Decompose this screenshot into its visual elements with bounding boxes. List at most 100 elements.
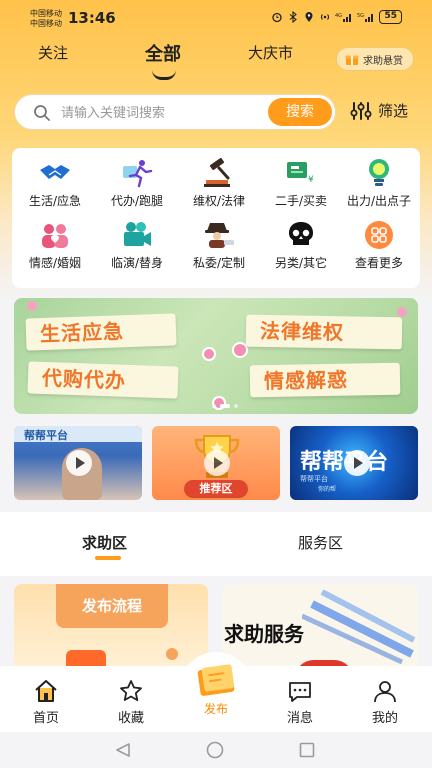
category-label: 私委/定制 [192,256,246,270]
carrier-2: 中国移动 [30,19,62,28]
category-grid: 生活/应急 代办/跑腿 维权/法律 ¥ 二手/买卖 出力/出点子 情感/婚姻 临… [12,148,420,288]
category-secondhand[interactable]: ¥ 二手/买卖 [260,158,342,218]
svg-text:4G: 4G [335,13,342,19]
banner-card-purchase: 代购代办 [27,361,179,399]
signal-5g-icon: 5G [357,13,374,22]
category-label: 生活/应急 [28,194,82,208]
search-input[interactable] [61,103,261,123]
grid-more-icon [365,221,393,249]
filter-label: 筛选 [378,102,409,120]
runner-icon [123,160,153,188]
category-label: 临演/替身 [110,256,164,270]
play-icon [66,450,92,476]
category-label: 出力/出点子 [346,194,412,208]
help-service-title: 求助服务 [224,622,304,646]
brush-decoration [302,589,416,664]
signal-4g-icon: 4G [335,13,352,22]
category-acting[interactable]: 临演/替身 [96,220,178,280]
banner-decoration [27,301,407,410]
tab-service-zone[interactable]: 服务区 [298,532,343,553]
filter-icon [350,101,372,120]
video-thumb-label: 帮帮平台 [24,429,68,442]
section-tab-indicator [95,556,121,560]
message-icon [289,682,311,702]
help-reward-label: 求助悬赏 [363,55,403,67]
home-icon [35,680,57,702]
hotspot-icon [321,14,330,20]
video-camera-icon [124,222,151,246]
banner-card-emotion: 情感解惑 [249,362,401,398]
nav-label: 收藏 [117,711,144,726]
lightbulb-icon [369,159,389,186]
video-thumb-1[interactable]: 帮帮平台 [14,426,142,500]
status-bar: 中国移动 中国移动 13:46 4G 5G 55 [0,0,432,36]
tab-city[interactable]: 大庆市 [248,42,293,63]
nav-favorites[interactable]: 收藏 [96,666,166,732]
system-navigation-bar [0,732,432,768]
banner-dot-active [220,404,230,408]
video-thumb-3[interactable]: 帮帮平台 帮帮平台 你的帮 [290,426,418,500]
category-relationship[interactable]: 情感/婚姻 [14,220,96,280]
step-dot [166,648,178,660]
detective-icon [205,223,234,248]
nav-profile[interactable]: 我的 [350,666,420,732]
video-thumb-sublabel-2: 你的帮 [318,486,337,493]
category-more[interactable]: 查看更多 [338,220,420,280]
nav-label: 发布 [203,702,228,716]
carrier-1: 中国移动 [30,9,62,18]
video-thumb-2[interactable]: 推荐区 [152,426,280,500]
handshake-icon [40,165,70,179]
banner-dot [234,404,238,408]
tab-all[interactable]: 全部 [145,40,181,66]
category-ideas[interactable]: 出力/出点子 [338,158,420,218]
category-label: 查看更多 [354,256,403,270]
category-private[interactable]: 私委/定制 [178,220,260,280]
tab-follow[interactable]: 关注 [38,42,68,63]
gavel-icon [204,158,230,187]
svg-text:¥: ¥ [308,175,314,185]
status-icons: 4G 5G 55 [271,10,402,24]
star-icon [120,680,142,701]
nav-messages[interactable]: 消息 [265,666,335,732]
category-label: 情感/婚姻 [28,256,82,270]
section-tabs: 求助区 服务区 [0,512,432,576]
filter-button[interactable]: 筛选 [350,100,408,121]
svg-text:5G: 5G [357,13,364,19]
search-bar: 搜索 [14,94,336,130]
banner-pagination [212,404,238,408]
recents-icon[interactable] [299,742,315,758]
gift-icon [345,55,359,65]
skull-icon [289,222,313,245]
nav-publish[interactable]: 发布 [181,664,251,732]
nav-home[interactable]: 首页 [11,666,81,732]
banner-dot [212,404,216,408]
video-thumb-header: 帮帮平台 [14,426,142,442]
trade-icon: ¥ [287,162,314,185]
search-icon [34,105,50,121]
profile-icon [374,681,396,703]
banner-card-legal: 法律维权 [245,314,403,350]
location-icon [305,12,313,22]
banner-card-life: 生活应急 [25,313,177,351]
category-other[interactable]: 另类/其它 [260,220,342,280]
publish-note-icon [197,664,235,696]
nav-label: 首页 [32,711,59,726]
category-label: 维权/法律 [192,194,246,208]
bottom-navigation: 首页 收藏 发布 消息 我的 [0,664,432,732]
category-errand[interactable]: 代办/跑腿 [96,158,178,218]
home-button-icon[interactable] [206,741,224,759]
category-label: 二手/买卖 [274,194,328,208]
search-button[interactable]: 搜索 [268,98,332,126]
promo-banner[interactable]: 生活应急 法律维权 代购代办 情感解惑 [14,298,418,414]
tab-help-zone[interactable]: 求助区 [82,532,127,553]
couple-icon [42,224,68,248]
back-icon[interactable] [114,742,132,758]
nav-label: 我的 [371,711,398,726]
category-legal[interactable]: 维权/法律 [178,158,260,218]
category-life-emergency[interactable]: 生活/应急 [14,158,96,218]
publish-process-title: 发布流程 [56,584,168,628]
clock: 13:46 [68,9,116,27]
carrier-text: 中国移动 中国移动 [30,9,62,29]
help-reward-button[interactable]: 求助悬赏 [336,47,414,71]
bluetooth-icon [290,11,298,23]
